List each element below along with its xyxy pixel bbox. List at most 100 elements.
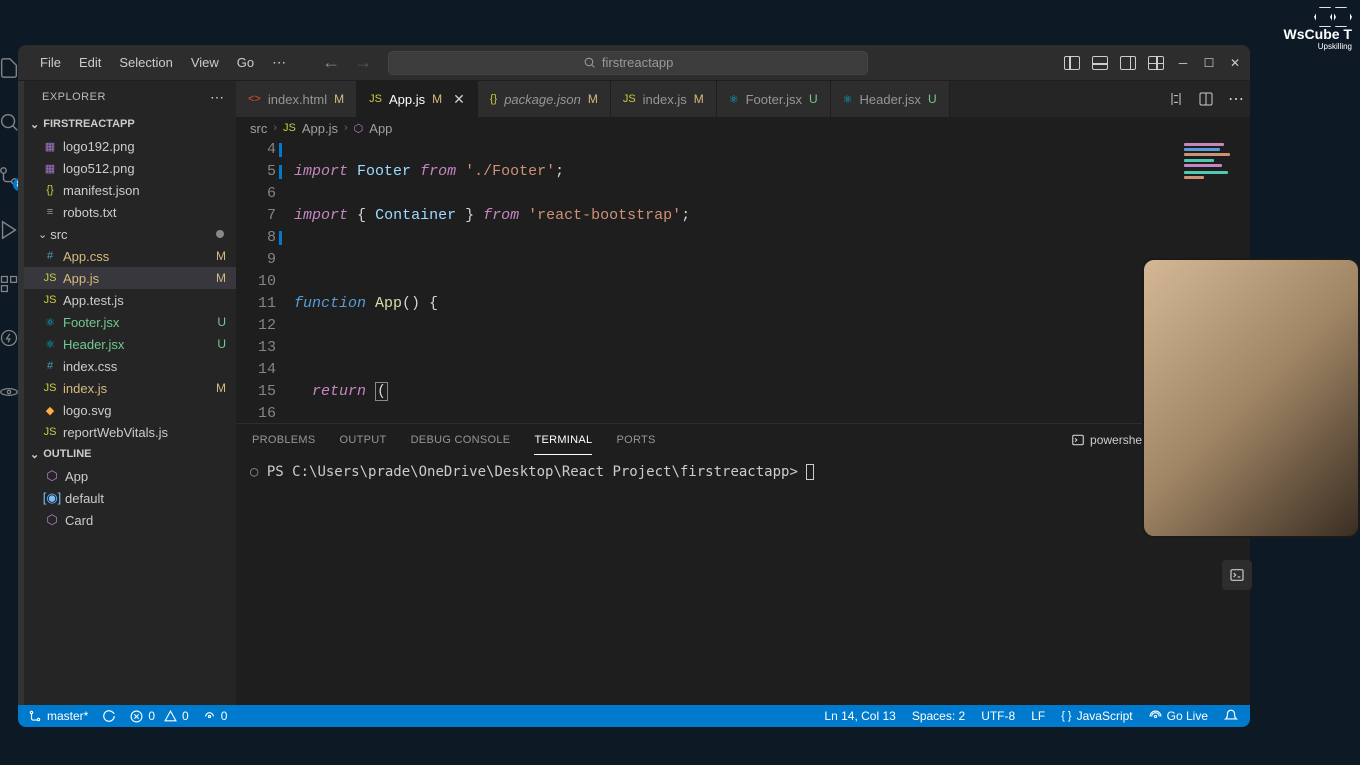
layout-bottom-icon[interactable] bbox=[1092, 56, 1108, 70]
file-item[interactable]: # App.css M bbox=[24, 245, 236, 267]
outline-item[interactable]: [◉] default bbox=[24, 487, 236, 509]
chevron-right-icon: › bbox=[344, 122, 348, 134]
cube-icon: ⬡ bbox=[44, 468, 60, 484]
folder-header[interactable]: ⌄ FIRSTREACTAPP bbox=[24, 113, 236, 135]
file-item[interactable]: ≡ robots.txt bbox=[24, 201, 236, 223]
js-icon: JS bbox=[283, 122, 296, 134]
errors-status[interactable]: 0 0 bbox=[130, 709, 188, 723]
react-icon: ⚛ bbox=[42, 314, 58, 330]
terminal-content[interactable]: ○ PS C:\Users\prade\OneDrive\Desktop\Rea… bbox=[236, 456, 1250, 685]
tab-package-json[interactable]: {} package.json M bbox=[478, 81, 611, 117]
tab-index-html[interactable]: <> index.html M bbox=[236, 81, 357, 117]
search-icon bbox=[583, 56, 596, 69]
menu-selection[interactable]: Selection bbox=[111, 51, 180, 74]
panel-ports[interactable]: PORTS bbox=[616, 426, 655, 454]
maximize-icon[interactable]: ☐ bbox=[1202, 56, 1216, 70]
line-gutter: 4 5 6 7 8 9 10 11 12 13 14 15 16 bbox=[236, 139, 294, 423]
react-icon: ⚛ bbox=[729, 93, 739, 106]
indentation[interactable]: Spaces: 2 bbox=[912, 709, 965, 723]
terminal-prompt: PS C:\Users\prade\OneDrive\Desktop\React… bbox=[267, 464, 798, 480]
broadcast-icon bbox=[1149, 710, 1162, 723]
breadcrumb-item[interactable]: App.js bbox=[302, 121, 338, 136]
menu-view[interactable]: View bbox=[183, 51, 227, 74]
code-editor[interactable]: 4 5 6 7 8 9 10 11 12 13 14 15 16 i bbox=[236, 139, 1250, 423]
menu-file[interactable]: File bbox=[32, 51, 69, 74]
tab-more-icon[interactable]: ⋯ bbox=[1228, 91, 1244, 107]
js-icon: JS bbox=[369, 93, 382, 105]
compare-icon[interactable] bbox=[1168, 91, 1184, 107]
close-tab-icon[interactable]: ✕ bbox=[453, 91, 465, 108]
cursor-position[interactable]: Ln 14, Col 13 bbox=[824, 709, 895, 723]
file-item[interactable]: JS App.test.js bbox=[24, 289, 236, 311]
panel-output[interactable]: OUTPUT bbox=[340, 426, 387, 454]
breadcrumb-item[interactable]: src bbox=[250, 121, 267, 136]
file-item[interactable]: # index.css bbox=[24, 355, 236, 377]
file-item[interactable]: ◆ logo.svg bbox=[24, 399, 236, 421]
radio-icon bbox=[203, 710, 216, 723]
tab-header-jsx[interactable]: ⚛ Header.jsx U bbox=[831, 81, 950, 117]
terminal-sidebar-icon[interactable] bbox=[1222, 560, 1252, 590]
file-item[interactable]: JS index.js M bbox=[24, 377, 236, 399]
outline-item[interactable]: ⬡ Card bbox=[24, 509, 236, 531]
minimize-icon[interactable]: ─ bbox=[1176, 56, 1190, 70]
tab-app-js[interactable]: JS App.js M ✕ bbox=[357, 81, 478, 117]
file-item[interactable]: JS App.js M bbox=[24, 267, 236, 289]
txt-icon: ≡ bbox=[42, 204, 58, 220]
image-icon: ▦ bbox=[42, 160, 58, 176]
menu-edit[interactable]: Edit bbox=[71, 51, 109, 74]
error-icon bbox=[130, 710, 143, 723]
json-icon: {} bbox=[490, 93, 497, 105]
file-item[interactable]: ▦ logo512.png bbox=[24, 157, 236, 179]
breadcrumb-item[interactable]: App bbox=[369, 121, 392, 136]
terminal-profile[interactable]: powershell bbox=[1071, 433, 1147, 447]
layout-right-icon[interactable] bbox=[1120, 56, 1136, 70]
eol[interactable]: LF bbox=[1031, 709, 1045, 723]
branch-status[interactable]: master* bbox=[28, 709, 88, 723]
command-center[interactable]: firstreactapp bbox=[388, 51, 868, 75]
tab-index-js[interactable]: JS index.js M bbox=[611, 81, 717, 117]
layout-grid-icon[interactable] bbox=[1148, 56, 1164, 70]
folder-src[interactable]: ⌄ src bbox=[24, 223, 236, 245]
css-icon: # bbox=[42, 248, 58, 264]
html-icon: <> bbox=[248, 93, 261, 105]
split-icon[interactable] bbox=[1198, 91, 1214, 107]
branch-icon bbox=[28, 709, 42, 723]
layout-left-icon[interactable] bbox=[1064, 56, 1080, 70]
nav-forward-icon[interactable]: → bbox=[354, 52, 372, 73]
menu-more-icon[interactable]: ⋯ bbox=[264, 50, 294, 75]
go-live[interactable]: Go Live bbox=[1149, 709, 1208, 723]
outline-item[interactable]: ⬡ App bbox=[24, 465, 236, 487]
sync-status[interactable] bbox=[102, 709, 116, 723]
svg-icon: ◆ bbox=[42, 402, 58, 418]
react-icon: ⚛ bbox=[843, 93, 853, 106]
css-icon: # bbox=[42, 358, 58, 374]
file-item[interactable]: ⚛ Header.jsx U bbox=[24, 333, 236, 355]
port-status[interactable]: 0 bbox=[203, 709, 228, 723]
panel-terminal[interactable]: TERMINAL bbox=[534, 426, 592, 455]
file-item[interactable]: ▦ logo192.png bbox=[24, 135, 236, 157]
webcam-overlay bbox=[1142, 258, 1360, 538]
language-mode[interactable]: { } JavaScript bbox=[1061, 709, 1132, 723]
json-icon: {} bbox=[42, 182, 58, 198]
file-item[interactable]: JS reportWebVitals.js bbox=[24, 421, 236, 443]
cube-icon: ⬡ bbox=[354, 122, 364, 135]
js-icon: JS bbox=[42, 380, 58, 396]
nav-back-icon[interactable]: ← bbox=[322, 52, 340, 73]
sidebar-more-icon[interactable]: ⋯ bbox=[210, 89, 224, 106]
file-item[interactable]: ⚛ Footer.jsx U bbox=[24, 311, 236, 333]
encoding[interactable]: UTF-8 bbox=[981, 709, 1015, 723]
code-content: import Footer from './Footer'; import { … bbox=[294, 139, 1250, 423]
bell-icon[interactable] bbox=[1224, 709, 1238, 723]
menu-go[interactable]: Go bbox=[229, 51, 262, 74]
tab-footer-jsx[interactable]: ⚛ Footer.jsx U bbox=[717, 81, 831, 117]
file-item[interactable]: {} manifest.json bbox=[24, 179, 236, 201]
panel-problems[interactable]: PROBLEMS bbox=[252, 426, 316, 454]
chevron-right-icon: › bbox=[273, 122, 277, 134]
sync-icon bbox=[102, 709, 116, 723]
image-icon: ▦ bbox=[42, 138, 58, 154]
js-icon: JS bbox=[42, 270, 58, 286]
close-window-icon[interactable]: ✕ bbox=[1228, 56, 1242, 70]
js-icon: JS bbox=[42, 292, 58, 308]
outline-header[interactable]: ⌄ OUTLINE bbox=[24, 443, 236, 465]
panel-debug[interactable]: DEBUG CONSOLE bbox=[411, 426, 511, 454]
